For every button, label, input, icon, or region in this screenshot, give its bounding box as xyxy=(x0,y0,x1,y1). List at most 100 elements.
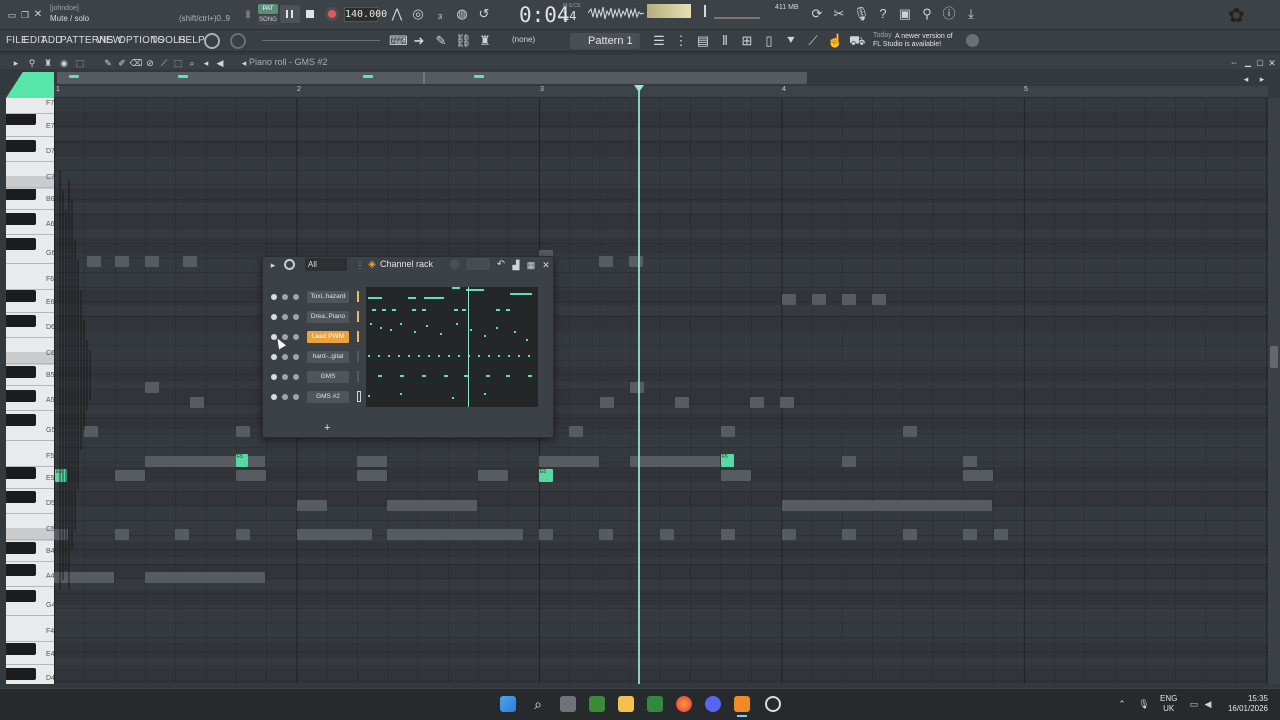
volume-icon[interactable]: ◀ xyxy=(1200,696,1216,712)
news-line1[interactable]: A newer version of xyxy=(895,32,970,41)
cart-icon[interactable]: ⛟ xyxy=(849,33,865,49)
black-key[interactable] xyxy=(6,315,36,327)
channel-volume-knob[interactable] xyxy=(293,294,299,300)
channel-volume-knob[interactable] xyxy=(293,314,299,320)
file-icon[interactable]: ▯ xyxy=(761,33,777,49)
channel-name-button[interactable]: Lead PWM xyxy=(307,331,349,343)
magnet-icon[interactable]: ⚲ xyxy=(24,55,40,71)
rack-step-display[interactable] xyxy=(466,258,490,270)
channel-mute-button[interactable] xyxy=(271,294,277,300)
brush-icon[interactable]: ⟋ xyxy=(805,33,821,49)
channel-select-indicator[interactable] xyxy=(357,391,361,402)
search-icon[interactable]: ⌕ xyxy=(530,696,546,712)
rack-sequencer-preview[interactable] xyxy=(366,287,538,407)
black-key[interactable] xyxy=(6,590,36,602)
channel-name-button[interactable]: Drea..Piano xyxy=(307,311,349,323)
channel-mute-button[interactable] xyxy=(271,314,277,320)
pause-button[interactable] xyxy=(280,5,300,23)
swing-knob[interactable] xyxy=(284,259,295,270)
app-icon[interactable] xyxy=(589,696,605,712)
master-pitch-knob[interactable] xyxy=(230,33,246,49)
language-indicator[interactable]: ENG UK xyxy=(1160,694,1177,714)
tray-mic-icon[interactable]: 🎙 xyxy=(1136,696,1152,712)
black-key[interactable] xyxy=(6,140,36,152)
wait-input-icon[interactable]: ◎ xyxy=(410,6,426,22)
horizontal-scrollbar[interactable] xyxy=(57,72,807,84)
link-icon[interactable]: ⛓ xyxy=(455,33,472,49)
channel-volume-knob[interactable] xyxy=(293,394,299,400)
vertical-scroll-thumb[interactable] xyxy=(1270,346,1278,368)
metronome-icon[interactable]: ⋀ xyxy=(389,6,405,22)
snap-icon[interactable]: ⬚ xyxy=(72,55,88,71)
grid-view-icon[interactable]: ▦ xyxy=(523,257,539,273)
black-key[interactable] xyxy=(6,564,36,576)
channel-pan-knob[interactable] xyxy=(282,314,288,320)
tools-icon[interactable]: ✂ xyxy=(831,6,847,22)
download-icon[interactable]: ⤓ xyxy=(963,6,979,22)
black-key[interactable] xyxy=(6,290,36,302)
settings-icon[interactable] xyxy=(765,696,781,712)
channel-rack-icon[interactable]: ▤ xyxy=(695,33,711,49)
playhead[interactable] xyxy=(638,86,640,684)
microphone-icon[interactable]: 🎙 xyxy=(853,6,870,22)
channel-filter[interactable]: All xyxy=(305,258,347,271)
news-line2[interactable]: FL Studio is available! xyxy=(873,41,941,48)
piano-roll-icon[interactable]: ⋮ xyxy=(673,33,689,49)
firefox-icon[interactable] xyxy=(676,696,692,712)
pat-mode-button[interactable]: PAT xyxy=(258,4,278,14)
playhead-marker-icon[interactable] xyxy=(634,85,644,92)
master-volume-knob[interactable] xyxy=(204,33,220,49)
channel-volume-knob[interactable] xyxy=(293,374,299,380)
black-key[interactable] xyxy=(6,643,36,655)
menu-help[interactable]: HELP xyxy=(178,35,205,46)
master-pitch-slider[interactable] xyxy=(704,5,706,17)
black-key[interactable] xyxy=(6,390,36,402)
note[interactable]: F5 xyxy=(236,454,248,467)
playlist-icon[interactable]: ☰ xyxy=(651,33,667,49)
channel-pan-knob[interactable] xyxy=(282,394,288,400)
start-icon[interactable] xyxy=(500,696,516,712)
channel-select-indicator[interactable] xyxy=(357,331,359,342)
channel-select-indicator[interactable] xyxy=(357,291,359,302)
options-icon[interactable]: ▸ xyxy=(8,55,24,71)
mixer-icon[interactable]: ⫴ xyxy=(717,33,733,49)
channel-name-button[interactable]: GMS #2 xyxy=(307,391,349,403)
tempo-slider[interactable] xyxy=(262,40,380,41)
black-key[interactable] xyxy=(6,113,36,125)
task-view-icon[interactable] xyxy=(560,696,576,712)
black-key[interactable] xyxy=(6,213,36,225)
news-icon[interactable] xyxy=(966,34,979,47)
channel-mute-button[interactable] xyxy=(271,354,277,360)
channel-mute-button[interactable] xyxy=(271,374,277,380)
black-key[interactable] xyxy=(6,542,36,554)
black-key[interactable] xyxy=(6,414,36,426)
rack-toggle[interactable] xyxy=(450,259,460,269)
add-channel-button[interactable]: + xyxy=(324,422,330,434)
arrow-icon[interactable]: ➜ xyxy=(411,33,427,49)
pencil-icon[interactable]: ✎ xyxy=(433,33,449,49)
undo-icon[interactable]: ↶ xyxy=(493,257,509,273)
record-filter-icon[interactable]: ◉ xyxy=(56,55,72,71)
close-icon[interactable]: ✕ xyxy=(30,7,46,23)
loop-record-icon[interactable]: ↺ xyxy=(476,6,492,22)
stamp-icon[interactable]: ♜ xyxy=(477,33,493,49)
help-icon[interactable]: ? xyxy=(875,6,891,22)
channel-pan-knob[interactable] xyxy=(282,374,288,380)
channel-mute-button[interactable] xyxy=(271,394,277,400)
piano-keyboard[interactable]: F7 E7 D7 C7 B6 A6 G6 F6 E6 D6 C6 B5 A5 G5 F5 E5 D5 C5 B4 A4… xyxy=(6,98,54,684)
channel-name-button[interactable]: GMS xyxy=(307,371,349,383)
stop-button[interactable] xyxy=(301,5,319,23)
countdown-icon[interactable]: ₃ xyxy=(432,6,448,22)
vertical-scrollbar[interactable] xyxy=(1268,98,1280,684)
channel-select-indicator[interactable] xyxy=(357,371,359,382)
scroll-right-icon[interactable]: ▸ xyxy=(1254,71,1270,87)
channel-volume-knob[interactable] xyxy=(293,334,299,340)
note-color-corner[interactable] xyxy=(6,72,54,98)
pattern-selector[interactable]: Pattern 1 xyxy=(570,33,640,49)
black-key[interactable] xyxy=(6,668,36,680)
xbox-icon[interactable] xyxy=(647,696,663,712)
tempo-display[interactable]: 140.000 xyxy=(344,7,387,22)
file-explorer-icon[interactable] xyxy=(618,696,634,712)
touch-icon[interactable]: ☝ xyxy=(827,33,843,49)
save-icon[interactable]: ▣ xyxy=(897,6,913,22)
